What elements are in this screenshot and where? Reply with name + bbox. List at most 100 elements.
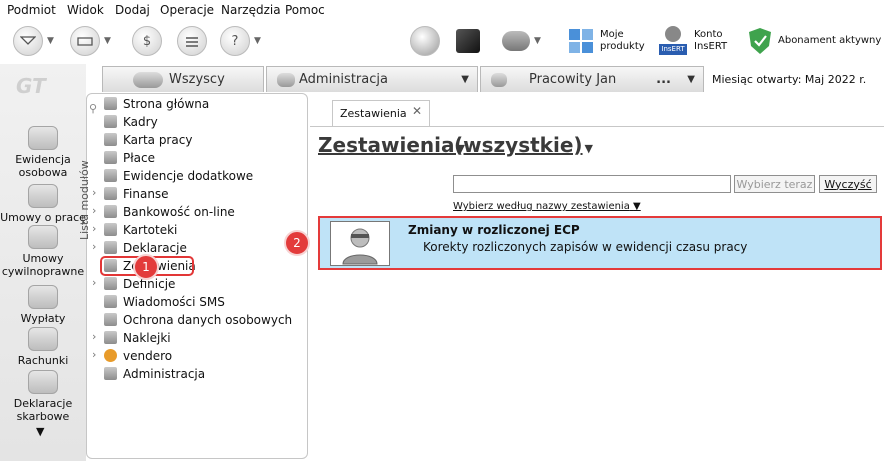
report-type-dropdown[interactable]: Zestawienia ▼ [318, 133, 465, 157]
expand-chevron-icon[interactable]: › [92, 204, 96, 217]
rail-umowy-o-prace[interactable]: Umowy o pracę [0, 184, 86, 224]
tab-pracowity-jan[interactable]: Pracowity Jan ... ▼ [480, 66, 704, 92]
expand-chevron-icon[interactable]: › [92, 240, 96, 253]
shield-check-icon [749, 28, 771, 54]
tab-label: Pracowity Jan [529, 72, 617, 87]
bank-icon [104, 205, 117, 218]
cards-icon [104, 223, 117, 236]
module-strona-glowna[interactable]: Strona główna [104, 95, 209, 112]
toolbar-back-button[interactable]: ▼ [13, 26, 54, 56]
tab-divider [310, 126, 884, 127]
toolbar-globe-button[interactable] [410, 26, 440, 56]
module-label: Karta pracy [123, 132, 193, 147]
expand-chevron-icon[interactable]: › [92, 186, 96, 199]
toolbar-stack-button[interactable] [177, 26, 207, 56]
module-label: Deklaracje [123, 240, 187, 255]
report-title: Zmiany w rozliczonej ECP [408, 223, 580, 237]
rail-scroll-down-icon[interactable]: ▼ [36, 425, 44, 438]
vendero-icon [104, 349, 117, 362]
expand-chevron-icon[interactable]: › [92, 276, 96, 289]
module-label: vendero [123, 348, 173, 363]
privacy-shield-icon [104, 313, 117, 326]
tab-wszyscy[interactable]: Wszyscy [102, 66, 264, 92]
menu-pomoc[interactable]: Pomoc [285, 3, 325, 17]
menu-narzedzia[interactable]: Narzędzia [221, 3, 281, 17]
module-label: Strona główna [123, 96, 210, 111]
toolbar-abonament-button[interactable]: Abonament aktywny [748, 26, 881, 56]
chevron-down-icon[interactable]: ▼ [254, 36, 261, 46]
report-row[interactable]: Zmiany w rozliczonej ECP Korekty rozlicz… [318, 216, 882, 270]
menu-podmiot[interactable]: Podmiot [7, 3, 56, 17]
module-kadry[interactable]: Kadry [104, 113, 158, 130]
chevron-down-icon[interactable]: ▼ [687, 74, 695, 85]
report-search-input[interactable] [453, 175, 731, 193]
chevron-down-icon[interactable]: ▼ [47, 36, 54, 46]
insert-account-icon: InsERT [658, 26, 688, 56]
declaration-icon [28, 370, 58, 394]
module-list-vertical-label: Lista modułów [78, 160, 91, 240]
expand-chevron-icon[interactable]: › [92, 222, 96, 235]
toolbar-moje-produkty-button[interactable]: Moje produkty [568, 26, 645, 56]
toolbar-money-button[interactable]: $ [132, 26, 162, 56]
module-naklejki[interactable]: Naklejki [104, 329, 171, 346]
toolbar: ▼ ▼ $ ? ▼ ▼ Moje produkty InsERT Konto I… [0, 20, 884, 64]
finance-icon [104, 187, 117, 200]
module-ewidencje-dodatkowe[interactable]: Ewidencje dodatkowe [104, 167, 253, 184]
rail-label: Deklaracje skarbowe [13, 397, 73, 423]
step-badge-1: 1 [133, 254, 159, 280]
clear-button[interactable]: Wyczyść [819, 175, 877, 193]
expand-chevron-icon[interactable]: › [92, 330, 96, 343]
tab-zestawienia[interactable]: Zestawienia ✕ [332, 100, 430, 126]
module-ochrona-danych[interactable]: Ochrona danych osobowych [104, 311, 292, 328]
declaration-icon [104, 241, 117, 254]
rail-ewidencja-osobowa[interactable]: Ewidencja osobowa [0, 126, 86, 179]
timecard-icon [104, 133, 117, 146]
tab-administracja[interactable]: Administracja ▼ [266, 66, 478, 92]
people-icon [277, 72, 295, 87]
module-place[interactable]: Płace [104, 149, 155, 166]
menu-operacje[interactable]: Operacje [160, 3, 214, 17]
report-filter-dropdown[interactable]: (wszystkie) ▼ [454, 133, 593, 157]
chevron-down-icon[interactable]: ▼ [534, 36, 541, 46]
toolbar-cloud-button[interactable]: ▼ [502, 26, 541, 56]
search-mode-dropdown[interactable]: Wybierz według nazwy zestawienia ▼ [453, 201, 641, 212]
module-bankowosc[interactable]: Bankowość on-line [104, 203, 235, 220]
module-finanse[interactable]: Finanse [104, 185, 169, 202]
toolbar-help-button[interactable]: ? ▼ [220, 26, 261, 56]
rail-rachunki[interactable]: Rachunki [0, 327, 86, 367]
sms-icon [104, 295, 117, 308]
rail-wyplaty[interactable]: Wypłaty [0, 285, 86, 325]
pin-icon[interactable]: ⚲ [89, 102, 97, 115]
expand-chevron-icon[interactable]: › [92, 348, 96, 361]
tab-label: Zestawienia [340, 107, 407, 120]
toolbar-konto-button[interactable]: InsERT Konto InsERT [658, 26, 727, 56]
insert-logo: InsERT [659, 44, 687, 55]
chevron-down-icon[interactable]: ▼ [104, 36, 111, 46]
module-kartoteki[interactable]: Kartoteki [104, 221, 177, 238]
more-icon[interactable]: ... [656, 72, 671, 87]
close-icon[interactable]: ✕ [412, 104, 422, 118]
module-karta-pracy[interactable]: Karta pracy [104, 131, 192, 148]
left-rail: GT Ewidencja osobowa Umowy o pracę Umowy… [0, 64, 86, 461]
sticker-icon [104, 331, 117, 344]
module-sms[interactable]: Wiadomości SMS [104, 293, 225, 310]
heading-label: Zestawienia [318, 133, 455, 157]
module-label: Naklejki [123, 330, 171, 345]
rail-deklaracje-skarbowe[interactable]: Deklaracje skarbowe [0, 370, 86, 423]
konto-label: Konto InsERT [694, 29, 728, 52]
moje-produkty-label: Moje produkty [600, 29, 645, 52]
module-vendero[interactable]: vendero [104, 347, 172, 364]
menu-widok[interactable]: Widok [67, 3, 104, 17]
month-open-label: Miesiąc otwarty: Maj 2022 r. [712, 73, 867, 86]
staff-icon [104, 115, 117, 128]
module-administracja[interactable]: Administracja [104, 365, 205, 382]
toolbar-box-button[interactable] [456, 26, 480, 56]
toolbar-forward-button[interactable]: ▼ [70, 26, 111, 56]
report-description: Korekty rozliczonych zapisów w ewidencji… [423, 240, 748, 254]
module-label: Ewidencje dodatkowe [123, 168, 254, 183]
menu-dodaj[interactable]: Dodaj [115, 3, 150, 17]
rail-umowy-cywilnoprawne[interactable]: Umowy cywilnoprawne [0, 225, 86, 278]
envelope-arrow-icon [13, 26, 43, 56]
chevron-down-icon[interactable]: ▼ [461, 74, 469, 85]
choose-now-button[interactable]: Wybierz teraz [734, 175, 815, 193]
